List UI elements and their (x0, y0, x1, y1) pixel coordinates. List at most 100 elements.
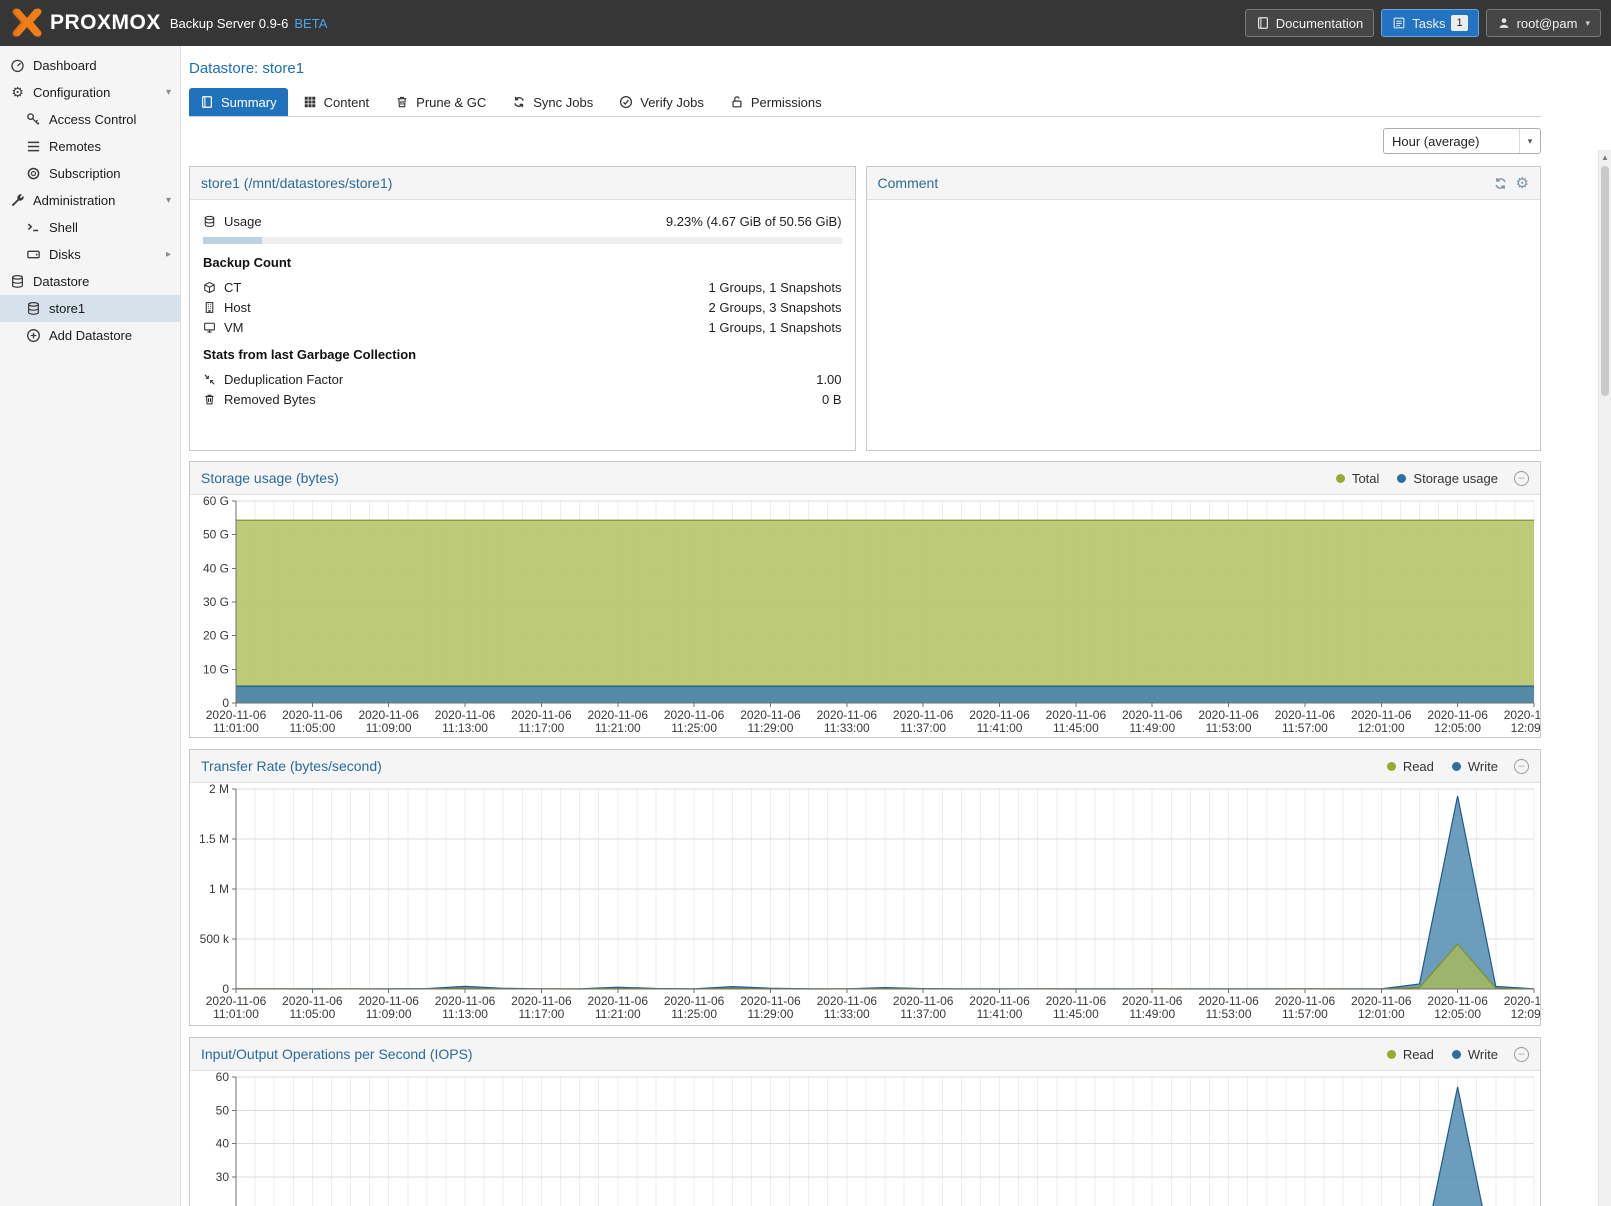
sidebar-item-administration[interactable]: Administration ▾ (0, 187, 180, 214)
svg-text:11:29:00: 11:29:00 (748, 721, 794, 735)
beta-link[interactable]: BETA (294, 16, 327, 31)
svg-text:2020-11-06: 2020-11-06 (1046, 994, 1107, 1008)
cube-icon (203, 281, 216, 294)
svg-text:2020-11-06: 2020-11-06 (893, 708, 954, 722)
terminal-icon (26, 220, 41, 235)
legend-read[interactable]: Read (1387, 1047, 1434, 1062)
refresh-icon[interactable] (1493, 176, 1508, 191)
svg-text:2020-11-06: 2020-11-06 (1046, 708, 1107, 722)
chevron-down-icon: ▾ (166, 87, 171, 98)
legend-storage-usage[interactable]: Storage usage (1397, 471, 1498, 486)
svg-text:2020-11-06: 2020-11-06 (1198, 708, 1259, 722)
svg-text:2020-11-06: 2020-11-06 (1351, 994, 1412, 1008)
sidebar-item-access-control[interactable]: Access Control (0, 106, 180, 133)
comment-panel: Comment ⚙ (866, 166, 1541, 451)
svg-text:40 G: 40 G (203, 561, 229, 575)
svg-text:2020-11-06: 2020-11-06 (282, 994, 343, 1008)
transfer-rate-panel: Transfer Rate (bytes/second) Read Write … (189, 749, 1541, 1026)
backup-count-heading: Backup Count (203, 255, 842, 270)
panel-title: Transfer Rate (bytes/second) (201, 758, 382, 774)
legend-total[interactable]: Total (1336, 471, 1379, 486)
svg-text:2020-11-06: 2020-11-06 (358, 708, 419, 722)
chart-legend: Total Storage usage (1336, 471, 1498, 486)
trash-icon (395, 95, 409, 109)
usage-value: 9.23% (4.67 GiB of 50.56 GiB) (666, 214, 842, 229)
sidebar-item-datastore[interactable]: Datastore (0, 268, 180, 295)
interval-select[interactable]: Hour (average) ▾ (1383, 128, 1541, 154)
svg-text:11:05:00: 11:05:00 (289, 1007, 335, 1021)
tab-summary[interactable]: Summary (189, 88, 288, 116)
iops-chart: 01020304050602020-11-0611:01:002020-11-0… (190, 1071, 1540, 1206)
tab-sync-jobs[interactable]: Sync Jobs (501, 88, 604, 116)
tab-verify-jobs[interactable]: Verify Jobs (608, 88, 715, 116)
sidebar-item-subscription[interactable]: Subscription (0, 160, 180, 187)
svg-text:11:01:00: 11:01:00 (213, 721, 259, 735)
svg-text:2020-11-06: 2020-11-06 (1198, 994, 1259, 1008)
svg-text:2020-11-06: 2020-11-06 (664, 708, 725, 722)
svg-text:11:45:00: 11:45:00 (1053, 721, 1099, 735)
svg-text:2020-11-06: 2020-11-06 (740, 708, 801, 722)
svg-text:2020-11-06: 2020-11-06 (206, 994, 267, 1008)
scrollbar[interactable]: ▲ (1598, 150, 1611, 1206)
svg-text:12:01:00: 12:01:00 (1358, 721, 1405, 735)
svg-text:12:05:00: 12:05:00 (1434, 721, 1481, 735)
svg-text:11:53:00: 11:53:00 (1206, 1007, 1252, 1021)
svg-text:2020-11-06: 2020-11-06 (740, 994, 801, 1008)
scroll-thumb[interactable] (1601, 166, 1609, 396)
brand-name: PROXMOX (50, 11, 161, 35)
sidebar-item-store1[interactable]: store1 (0, 295, 180, 322)
summary-toolbar: Hour (average) ▾ (189, 117, 1541, 166)
sidebar-item-dashboard[interactable]: Dashboard (0, 52, 180, 79)
app-window: PROXMOX Backup Server 0.9-6 BETA Documen… (0, 0, 1611, 1206)
svg-text:50 G: 50 G (203, 528, 229, 542)
svg-text:2020-11-06: 2020-11-06 (664, 994, 725, 1008)
svg-text:2 M: 2 M (209, 783, 229, 796)
svg-text:2020-11-06: 2020-11-06 (1504, 994, 1540, 1008)
gauge-icon (10, 58, 25, 73)
trash-icon (203, 393, 216, 406)
svg-text:2020-11-06: 2020-11-06 (817, 708, 878, 722)
tab-prune-gc[interactable]: Prune & GC (384, 88, 497, 116)
panel-title: Storage usage (bytes) (201, 470, 339, 486)
collapse-chart-icon[interactable]: – (1514, 471, 1529, 486)
svg-text:11:25:00: 11:25:00 (671, 721, 717, 735)
svg-text:2020-11-06: 2020-11-06 (1122, 708, 1183, 722)
scroll-up-arrow[interactable]: ▲ (1599, 150, 1611, 165)
svg-text:11:17:00: 11:17:00 (518, 1007, 564, 1021)
sync-icon (512, 95, 526, 109)
legend-write[interactable]: Write (1452, 1047, 1498, 1062)
legend-write[interactable]: Write (1452, 759, 1498, 774)
user-menu-button[interactable]: root@pam ▾ (1486, 9, 1601, 37)
legend-read[interactable]: Read (1387, 759, 1434, 774)
product-version: Backup Server 0.9-6 (170, 16, 289, 31)
svg-text:11:33:00: 11:33:00 (824, 721, 870, 735)
tab-permissions[interactable]: Permissions (719, 88, 833, 116)
svg-text:2020-11-06: 2020-11-06 (588, 994, 649, 1008)
svg-text:2020-11-06: 2020-11-06 (206, 708, 267, 722)
collapse-chart-icon[interactable]: – (1514, 1047, 1529, 1062)
sidebar-item-configuration[interactable]: ⚙ Configuration ▾ (0, 79, 180, 106)
comment-body[interactable] (867, 200, 1540, 450)
sidebar-item-shell[interactable]: Shell (0, 214, 180, 241)
chart-legend: Read Write (1387, 759, 1498, 774)
documentation-button[interactable]: Documentation (1245, 9, 1374, 37)
tab-content[interactable]: Content (292, 88, 381, 116)
sidebar-item-remotes[interactable]: Remotes (0, 133, 180, 160)
svg-text:11:53:00: 11:53:00 (1206, 721, 1252, 735)
tab-bar: Summary Content Prune & GC Sync Jobs Ver… (189, 88, 1541, 117)
sidebar-item-disks[interactable]: Disks ▸ (0, 241, 180, 268)
svg-text:2020-11-06: 2020-11-06 (1275, 994, 1336, 1008)
dedup-row: Deduplication Factor 1.00 (203, 369, 842, 389)
sidebar-item-add-datastore[interactable]: Add Datastore (0, 322, 180, 349)
tasks-button[interactable]: Tasks 1 (1381, 9, 1478, 37)
svg-text:60: 60 (216, 1071, 230, 1084)
gear-icon[interactable]: ⚙ (1516, 176, 1529, 191)
top-bar: PROXMOX Backup Server 0.9-6 BETA Documen… (0, 0, 1611, 46)
svg-text:2020-11-06: 2020-11-06 (1122, 994, 1183, 1008)
legend-dot (1452, 762, 1461, 771)
svg-text:1.5 M: 1.5 M (199, 832, 229, 846)
svg-text:2020-11-06: 2020-11-06 (1427, 994, 1488, 1008)
tasks-icon (1392, 16, 1406, 30)
collapse-chart-icon[interactable]: – (1514, 759, 1529, 774)
list-icon (26, 139, 41, 154)
